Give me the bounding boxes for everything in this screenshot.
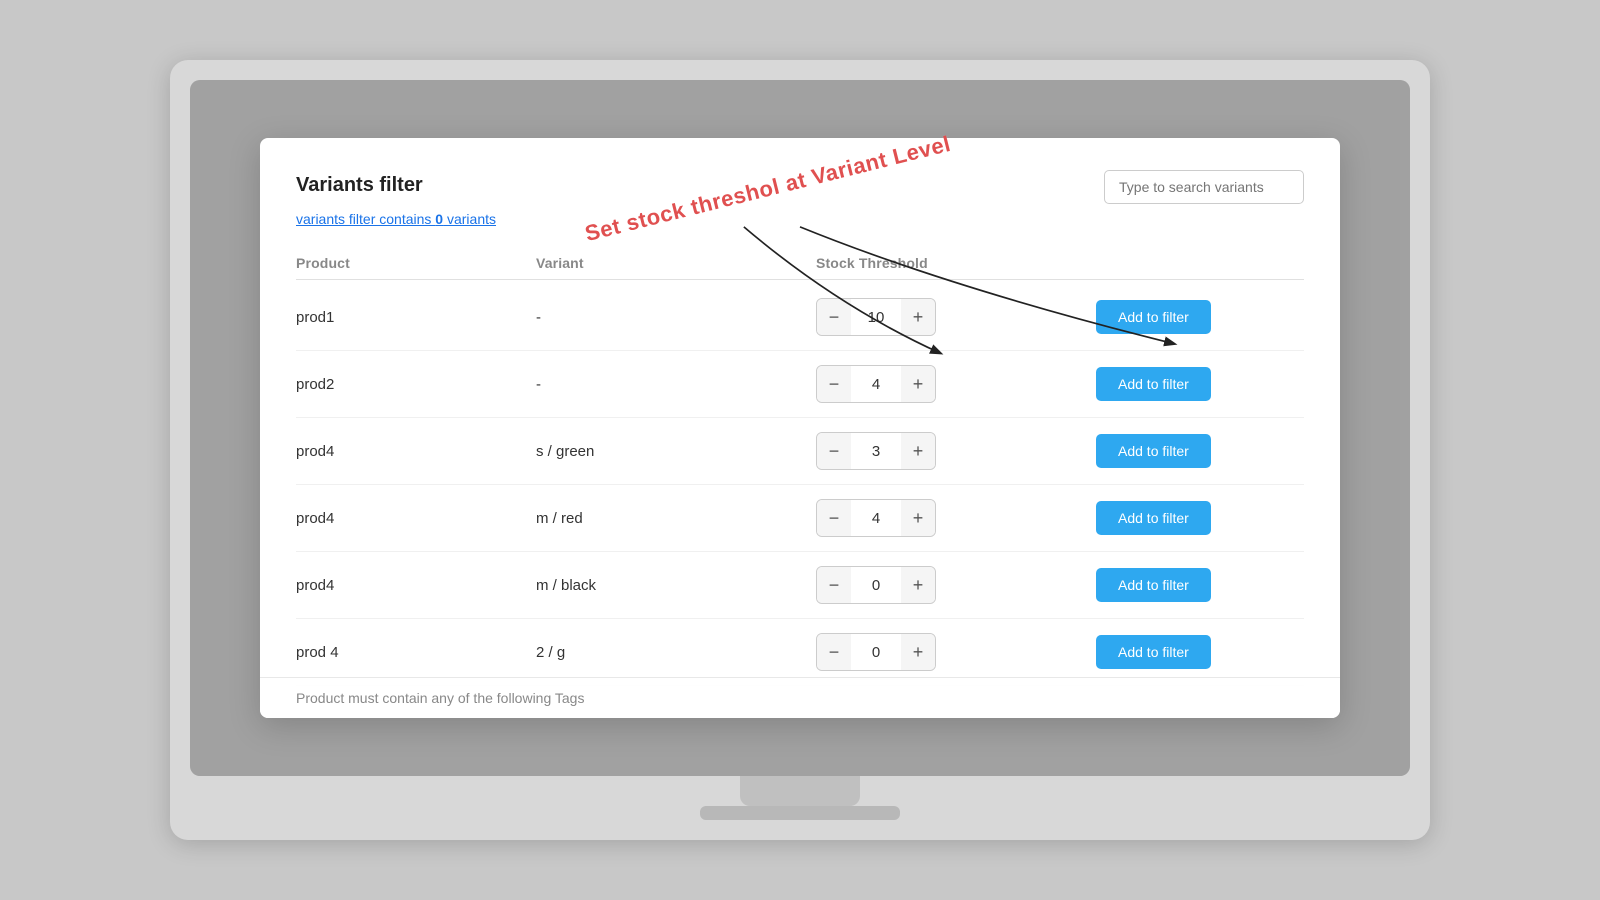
stepper-minus-4[interactable]: − [817, 567, 851, 603]
cell-product-3: prod4 [296, 510, 536, 527]
cell-variant-5: 2 / g [536, 644, 816, 661]
stepper-value-3[interactable] [851, 510, 901, 527]
stepper-0: − + [816, 298, 936, 336]
stepper-value-0[interactable] [851, 309, 901, 326]
col-header-stock: Stock Threshold [816, 255, 1096, 271]
monitor-stand [740, 776, 860, 806]
add-to-filter-button-2[interactable]: Add to filter [1096, 434, 1211, 468]
stepper-plus-0[interactable]: + [901, 299, 935, 335]
table-header: Product Variant Stock Threshold [296, 247, 1304, 280]
monitor-outer: Variants filter × variants filter contai… [170, 60, 1430, 840]
cell-action-1: Add to filter [1096, 367, 1304, 401]
cell-variant-0: - [536, 309, 816, 326]
stepper-plus-2[interactable]: + [901, 433, 935, 469]
cell-stock-5: − + [816, 633, 1096, 671]
cell-action-3: Add to filter [1096, 501, 1304, 535]
cell-variant-1: - [536, 376, 816, 393]
table-row: prod4 s / green − + Add to filter [296, 418, 1304, 485]
stepper-minus-5[interactable]: − [817, 634, 851, 670]
stepper-minus-2[interactable]: − [817, 433, 851, 469]
col-header-variant: Variant [536, 255, 816, 271]
table-row: prod4 m / black − + Add to filter [296, 552, 1304, 619]
cell-variant-2: s / green [536, 443, 816, 460]
add-to-filter-button-0[interactable]: Add to filter [1096, 300, 1211, 334]
cell-action-0: Add to filter [1096, 300, 1304, 334]
stepper-2: − + [816, 432, 936, 470]
table-row: prod 4 2 / g − + Add to filter [296, 619, 1304, 686]
add-to-filter-button-5[interactable]: Add to filter [1096, 635, 1211, 669]
cell-action-5: Add to filter [1096, 635, 1304, 669]
cell-action-2: Add to filter [1096, 434, 1304, 468]
filter-link[interactable]: variants filter contains 0 variants [296, 211, 496, 227]
stepper-value-4[interactable] [851, 577, 901, 594]
cell-action-4: Add to filter [1096, 568, 1304, 602]
cell-product-0: prod1 [296, 309, 536, 326]
stepper-plus-1[interactable]: + [901, 366, 935, 402]
stepper-minus-3[interactable]: − [817, 500, 851, 536]
cell-product-2: prod4 [296, 443, 536, 460]
add-to-filter-button-3[interactable]: Add to filter [1096, 501, 1211, 535]
table-row: prod2 - − + Add to filter [296, 351, 1304, 418]
col-header-action [1096, 255, 1304, 271]
stepper-1: − + [816, 365, 936, 403]
monitor-base [700, 806, 900, 820]
cell-stock-3: − + [816, 499, 1096, 537]
cell-stock-0: − + [816, 298, 1096, 336]
stepper-value-1[interactable] [851, 376, 901, 393]
cell-stock-2: − + [816, 432, 1096, 470]
add-to-filter-button-1[interactable]: Add to filter [1096, 367, 1211, 401]
cell-variant-4: m / black [536, 577, 816, 594]
stepper-value-2[interactable] [851, 443, 901, 460]
col-header-product: Product [296, 255, 536, 271]
stepper-minus-0[interactable]: − [817, 299, 851, 335]
cell-product-5: prod 4 [296, 644, 536, 661]
cell-stock-1: − + [816, 365, 1096, 403]
stepper-3: − + [816, 499, 936, 537]
modal-title: Variants filter [296, 174, 423, 197]
add-to-filter-button-4[interactable]: Add to filter [1096, 568, 1211, 602]
monitor-screen: Variants filter × variants filter contai… [190, 80, 1410, 776]
table-row: prod1 - − + Add to filter [296, 284, 1304, 351]
variants-filter-modal: Variants filter × variants filter contai… [260, 138, 1340, 718]
stepper-4: − + [816, 566, 936, 604]
stepper-value-5[interactable] [851, 644, 901, 661]
cell-stock-4: − + [816, 566, 1096, 604]
table-body: prod1 - − + Add to filter prod2 - − + [296, 284, 1304, 686]
stepper-plus-5[interactable]: + [901, 634, 935, 670]
stepper-5: − + [816, 633, 936, 671]
modal-background: Variants filter × variants filter contai… [190, 80, 1410, 776]
cell-product-4: prod4 [296, 577, 536, 594]
stepper-plus-4[interactable]: + [901, 567, 935, 603]
stepper-plus-3[interactable]: + [901, 500, 935, 536]
bottom-bar: Product must contain any of the followin… [260, 677, 1340, 718]
table-row: prod4 m / red − + Add to filter [296, 485, 1304, 552]
search-input[interactable] [1104, 170, 1304, 204]
cell-variant-3: m / red [536, 510, 816, 527]
cell-product-1: prod2 [296, 376, 536, 393]
stepper-minus-1[interactable]: − [817, 366, 851, 402]
